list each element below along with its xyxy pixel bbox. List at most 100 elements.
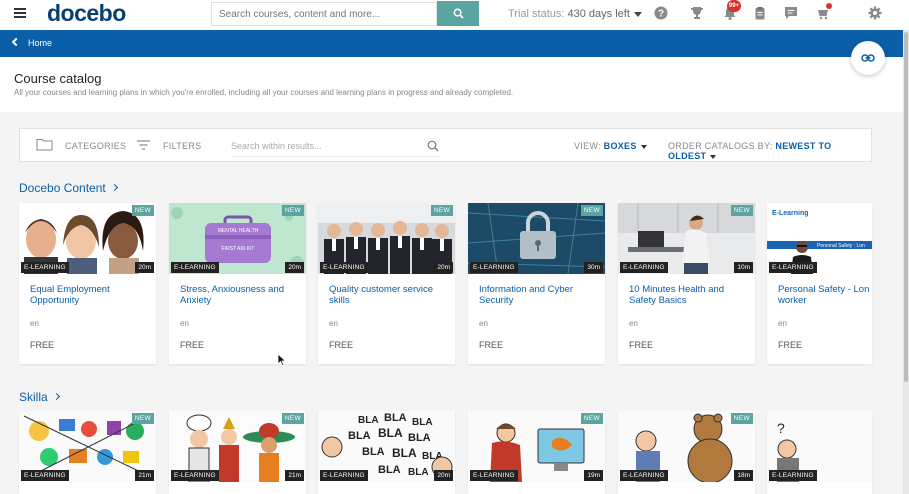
banner-text: Personal Safety : Lon bbox=[817, 243, 865, 249]
trial-status[interactable]: Trial status: 430 days left bbox=[508, 8, 642, 20]
course-title[interactable]: Stress, Anxiousness and Anxiety bbox=[180, 284, 300, 306]
course-card[interactable]: NEW E-LEARNING 21m bbox=[19, 411, 156, 494]
filters-button[interactable]: FILTERS bbox=[163, 141, 201, 151]
kit-line1: MENTAL HEALTH bbox=[218, 228, 259, 234]
type-badge: E-LEARNING bbox=[620, 470, 668, 481]
duration-badge: 21m bbox=[285, 470, 304, 481]
course-card[interactable]: NEW E-LEARNING 21m bbox=[169, 411, 306, 494]
section-title-label: Skilla bbox=[19, 390, 48, 404]
course-title[interactable]: Information and Cyber Security bbox=[479, 284, 599, 306]
home-link[interactable]: Home bbox=[28, 38, 52, 48]
duration-badge: 20m bbox=[285, 262, 304, 273]
page-header: Course catalog All your courses and lear… bbox=[0, 57, 903, 112]
trophy-icon[interactable] bbox=[690, 6, 704, 20]
course-thumbnail: NEW E-LEARNING 21m bbox=[19, 411, 156, 482]
question-mark-text: ? bbox=[777, 420, 785, 436]
folder-icon[interactable] bbox=[36, 138, 53, 151]
bla-text: BLA bbox=[384, 412, 407, 424]
type-badge: E-LEARNING bbox=[320, 470, 368, 481]
view-selector[interactable]: VIEW: BOXES bbox=[574, 141, 647, 151]
cart-dot-badge bbox=[826, 3, 832, 9]
course-card[interactable]: NEW E-LEARNING 20m Quality customer serv… bbox=[318, 203, 455, 364]
course-thumbnail: ? E-LEARNING bbox=[767, 411, 872, 482]
filter-icon[interactable] bbox=[137, 140, 150, 150]
new-badge: NEW bbox=[430, 205, 453, 216]
course-card[interactable]: E-Learning Personal Safety : Lon E-LEARN… bbox=[767, 203, 872, 364]
menu-icon[interactable] bbox=[14, 8, 26, 18]
catalog-search-input[interactable]: Search within results... bbox=[231, 135, 441, 157]
order-selector[interactable]: ORDER CATALOGS BY: NEWEST TO OLDEST bbox=[668, 141, 871, 161]
type-badge: E-LEARNING bbox=[470, 262, 518, 273]
section-title-skilla[interactable]: Skilla bbox=[19, 390, 60, 404]
course-thumbnail: NEW E-LEARNING 21m bbox=[169, 411, 306, 482]
global-search-input[interactable]: Search courses, content and more... bbox=[211, 2, 437, 26]
chat-icon[interactable] bbox=[784, 6, 798, 20]
new-badge: NEW bbox=[281, 413, 304, 424]
course-title[interactable]: Personal Safety - Lon worker bbox=[778, 284, 872, 306]
course-card[interactable]: NEW E-LEARNING 30m Information and Cyber… bbox=[468, 203, 605, 364]
gear-icon[interactable] bbox=[868, 6, 882, 20]
page-subtitle: All your courses and learning plans in w… bbox=[14, 88, 514, 97]
course-language: en bbox=[180, 319, 189, 328]
type-badge: E-LEARNING bbox=[320, 262, 368, 273]
share-link-button[interactable] bbox=[851, 41, 885, 75]
course-thumbnail: BLA BLA BLA BLA BLA BLA BLA BLA BLA BLA … bbox=[318, 411, 455, 482]
duration-badge: 20m bbox=[434, 470, 453, 481]
bla-text: BLA bbox=[412, 417, 433, 428]
section-title-docebo-content[interactable]: Docebo Content bbox=[19, 181, 118, 195]
course-title[interactable]: Equal Employment Opportunity bbox=[30, 284, 150, 306]
type-badge: E-LEARNING bbox=[171, 262, 219, 273]
search-button[interactable] bbox=[437, 1, 479, 26]
help-icon[interactable]: ? bbox=[654, 6, 668, 20]
course-price: FREE bbox=[778, 340, 803, 350]
course-card[interactable]: NEW E-LEARNING 18m bbox=[618, 411, 755, 494]
course-title[interactable]: 10 Minutes Health and Safety Basics bbox=[629, 284, 749, 306]
course-card[interactable]: ? E-LEARNING bbox=[767, 411, 872, 494]
svg-text:?: ? bbox=[658, 9, 664, 20]
course-card[interactable]: BLA BLA BLA BLA BLA BLA BLA BLA BLA BLA … bbox=[318, 411, 455, 494]
page-title: Course catalog bbox=[14, 71, 102, 86]
course-title[interactable]: Quality customer service skills bbox=[329, 284, 449, 306]
course-thumbnail: NEW E-LEARNING 30m bbox=[468, 203, 605, 274]
chevron-down-icon bbox=[633, 11, 642, 17]
course-thumbnail: NEW E-LEARNING 19m bbox=[468, 411, 605, 482]
new-badge: NEW bbox=[580, 413, 603, 424]
course-language: en bbox=[629, 319, 638, 328]
type-badge: E-LEARNING bbox=[769, 470, 817, 481]
course-thumbnail: MENTAL HEALTH FIRST AID KIT NEW E-LEARNI… bbox=[169, 203, 306, 274]
scrollbar-thumb[interactable] bbox=[904, 32, 908, 382]
breadcrumb: Home bbox=[0, 30, 903, 57]
new-badge: NEW bbox=[281, 205, 304, 216]
new-badge: NEW bbox=[730, 205, 753, 216]
course-price: FREE bbox=[329, 340, 354, 350]
course-language: en bbox=[778, 319, 787, 328]
new-badge: NEW bbox=[580, 205, 603, 216]
course-price: FREE bbox=[180, 340, 205, 350]
chevron-down-icon bbox=[710, 154, 717, 159]
chevron-left-icon[interactable] bbox=[11, 37, 21, 47]
type-badge: E-LEARNING bbox=[769, 262, 817, 273]
course-card[interactable]: NEW E-LEARNING 10m 10 Minutes Health and… bbox=[618, 203, 755, 364]
brand-logo[interactable]: docebo bbox=[47, 0, 126, 27]
course-card[interactable]: NEW E-LEARNING 20m Equal Employment Oppo… bbox=[19, 203, 156, 364]
chevron-down-icon bbox=[640, 144, 647, 149]
bla-text: BLA bbox=[408, 467, 429, 478]
type-badge: E-LEARNING bbox=[21, 470, 69, 481]
new-badge: NEW bbox=[730, 413, 753, 424]
categories-button[interactable]: CATEGORIES bbox=[65, 141, 126, 151]
bla-text: BLA bbox=[392, 446, 417, 460]
course-price: FREE bbox=[479, 340, 504, 350]
link-icon bbox=[861, 54, 875, 62]
bla-text: BLA bbox=[362, 446, 385, 458]
course-card[interactable]: MENTAL HEALTH FIRST AID KIT NEW E-LEARNI… bbox=[169, 203, 306, 364]
section-title-label: Docebo Content bbox=[19, 181, 106, 195]
type-badge: E-LEARNING bbox=[21, 262, 69, 273]
view-value: BOXES bbox=[603, 141, 637, 151]
search-icon[interactable] bbox=[427, 140, 439, 152]
duration-badge: 20m bbox=[434, 262, 453, 273]
duration-badge: 19m bbox=[584, 470, 603, 481]
course-card[interactable]: NEW E-LEARNING 19m bbox=[468, 411, 605, 494]
bla-text: BLA bbox=[378, 464, 401, 476]
duration-badge: 30m bbox=[584, 262, 603, 273]
clipboard-icon[interactable] bbox=[753, 6, 767, 20]
